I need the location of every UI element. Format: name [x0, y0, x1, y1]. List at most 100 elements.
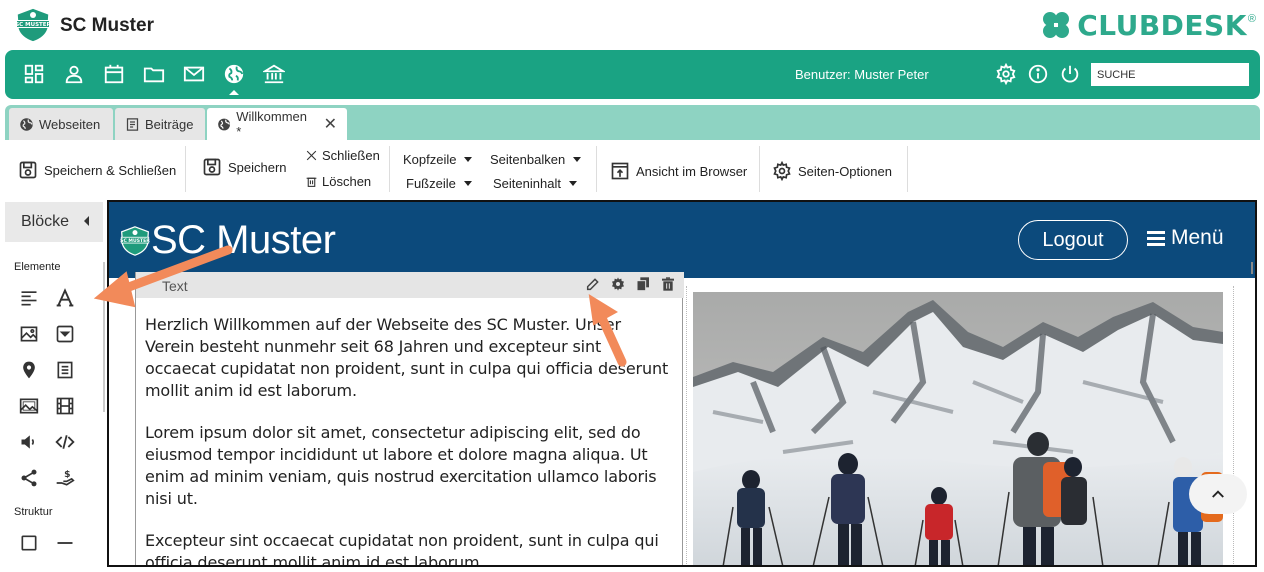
globe-icon — [218, 118, 231, 130]
toolbar-divider — [596, 146, 597, 192]
tab-label: Beiträge — [145, 116, 194, 132]
site-header: SC MUSTER SC Muster Logout Menü — [109, 202, 1255, 278]
edit-icon[interactable] — [585, 276, 601, 292]
footer-dropdown[interactable]: Fußzeile — [406, 176, 472, 191]
mail-icon[interactable] — [182, 62, 206, 86]
speaker-icon[interactable] — [17, 430, 41, 454]
code-icon[interactable] — [53, 430, 77, 454]
blocks-panel: Blöcke Elemente $ Struktur — [5, 202, 105, 572]
page-content-dropdown[interactable]: Seiteninhalt — [493, 176, 577, 191]
gear-icon — [773, 161, 791, 181]
active-nav-indicator — [229, 90, 239, 95]
trash-icon — [306, 177, 317, 187]
sidebar-dropdown[interactable]: Seitenbalken — [490, 152, 582, 167]
structure-section-label: Struktur — [14, 506, 53, 518]
hamburger-icon — [1147, 228, 1165, 249]
footer-dropdown-label: Fußzeile — [406, 176, 456, 191]
main-navbar: Benutzer: Muster Peter — [5, 50, 1260, 99]
dropdown-icon[interactable] — [53, 322, 77, 346]
tab-bar: Webseiten Beiträge Willkommen * ✕ — [5, 105, 1260, 140]
svg-text:$: $ — [64, 469, 70, 480]
paragraph: Lorem ipsum dolor sit amet, consectetur … — [145, 423, 657, 508]
photo-illustration — [693, 292, 1223, 565]
calendar-icon[interactable] — [102, 62, 126, 86]
scroll-to-top-button[interactable] — [1189, 474, 1247, 514]
gallery-icon[interactable] — [17, 394, 41, 418]
preview-scrollbar[interactable] — [1251, 262, 1253, 274]
view-browser-button[interactable]: Ansicht im Browser — [610, 161, 747, 181]
box-icon[interactable] — [17, 531, 41, 555]
floppy-icon — [19, 161, 37, 179]
text-block-content[interactable]: Herzlich Willkommen auf der Webseite des… — [145, 314, 675, 567]
sidebar-dropdown-label: Seitenbalken — [490, 152, 566, 167]
mountain-skiers-photo[interactable] — [693, 292, 1223, 565]
club-logo-icon: SC MUSTER — [120, 226, 150, 256]
power-icon[interactable] — [1058, 62, 1082, 86]
trash-icon[interactable] — [660, 276, 676, 292]
tab-webseiten[interactable]: Webseiten — [9, 108, 113, 140]
share-icon[interactable] — [17, 466, 41, 490]
gear-icon[interactable] — [610, 276, 626, 292]
chevron-down-icon — [464, 157, 473, 162]
divider-icon[interactable] — [53, 531, 77, 555]
brand-registered-mark: ® — [1247, 13, 1256, 25]
paragraph: Excepteur sint occaecat cupidatat non pr… — [145, 531, 659, 567]
close-button[interactable]: Schließen — [305, 148, 380, 163]
save-close-button[interactable]: Speichern & Schließen — [18, 160, 176, 180]
header-dropdown[interactable]: Kopfzeile — [403, 152, 473, 167]
image-icon[interactable] — [17, 322, 41, 346]
blocks-panel-title: Blöcke — [21, 213, 70, 230]
brand-name: CLUBDESK — [1077, 8, 1247, 42]
blocks-panel-header[interactable]: Blöcke — [5, 202, 103, 242]
folder-icon[interactable] — [142, 62, 166, 86]
editor-toolbar: Speichern & Schließen Speichern Schließe… — [5, 140, 1260, 200]
page-options-button[interactable]: Seiten-Optionen — [772, 161, 892, 181]
external-view-icon — [611, 162, 629, 180]
document-icon — [126, 117, 139, 131]
chevron-up-icon — [1212, 490, 1224, 498]
donation-icon[interactable]: $ — [53, 466, 77, 490]
tab-beitraege[interactable]: Beiträge — [115, 108, 205, 140]
map-pin-icon[interactable] — [17, 358, 41, 382]
text-block[interactable]: Text Herzlich Willkommen auf der Webseit… — [135, 272, 684, 567]
svg-text:SC MUSTER: SC MUSTER — [120, 238, 150, 244]
bank-icon[interactable] — [262, 62, 286, 86]
page-preview: SC MUSTER SC Muster Logout Menü Text Her… — [107, 200, 1257, 567]
view-browser-label: Ansicht im Browser — [636, 163, 748, 179]
panel-scrollbar[interactable] — [103, 262, 105, 412]
collapse-left-icon[interactable] — [84, 216, 89, 226]
tab-willkommen[interactable]: Willkommen * ✕ — [207, 108, 347, 140]
save-button[interactable]: Speichern — [202, 157, 287, 177]
person-icon[interactable] — [62, 62, 86, 86]
form-icon[interactable] — [53, 358, 77, 382]
close-tab-icon[interactable]: ✕ — [324, 114, 337, 134]
text-block-header: Text — [136, 272, 684, 298]
font-icon[interactable] — [53, 286, 77, 310]
menu-label: Menü — [1171, 226, 1224, 249]
page-options-label: Seiten-Optionen — [798, 163, 892, 179]
site-title: SC Muster — [151, 218, 336, 262]
toolbar-divider — [185, 146, 186, 192]
paragraph: Herzlich Willkommen auf der Webseite des… — [145, 315, 669, 400]
svg-text:SC MUSTER: SC MUSTER — [15, 22, 51, 28]
save-close-label: Speichern & Schließen — [44, 162, 177, 178]
copy-icon[interactable] — [635, 276, 651, 292]
clover-icon — [1043, 12, 1070, 38]
title-bar: SC MUSTER SC Muster CLUBDESK ® — [0, 0, 1264, 50]
club-logo-icon: SC MUSTER — [15, 7, 52, 43]
close-icon — [306, 150, 317, 161]
toolbar-divider — [759, 146, 760, 192]
info-icon[interactable] — [1026, 62, 1050, 86]
logout-button[interactable]: Logout — [1018, 220, 1128, 260]
film-icon[interactable] — [53, 394, 77, 418]
clubdesk-brand: CLUBDESK ® — [1039, 7, 1256, 43]
delete-button[interactable]: Löschen — [305, 174, 371, 189]
menu-button[interactable]: Menü — [1147, 226, 1224, 250]
globe-icon — [20, 117, 33, 131]
dashboard-icon[interactable] — [22, 62, 46, 86]
gear-icon[interactable] — [994, 62, 1018, 86]
globe-icon[interactable] — [222, 62, 246, 86]
tab-label: Willkommen * — [236, 109, 308, 139]
text-align-icon[interactable] — [17, 286, 41, 310]
search-input[interactable] — [1091, 63, 1249, 86]
